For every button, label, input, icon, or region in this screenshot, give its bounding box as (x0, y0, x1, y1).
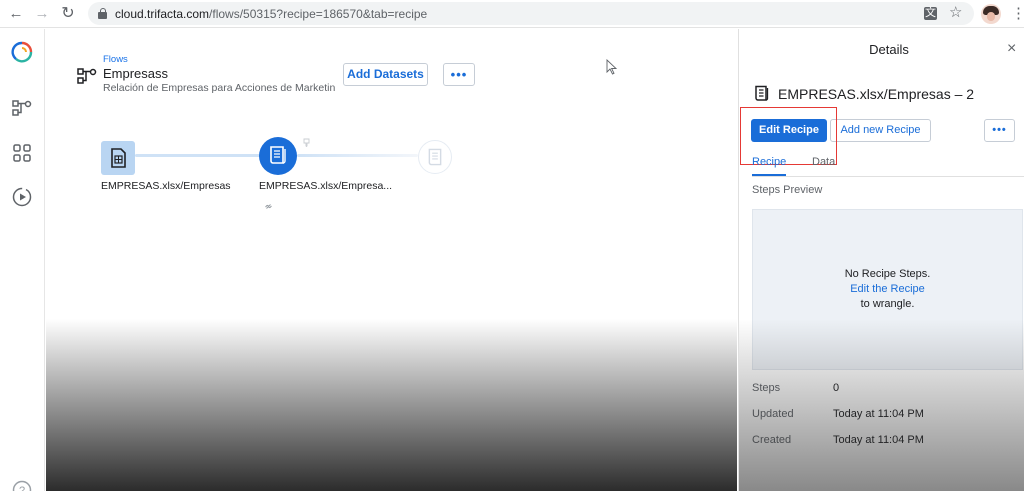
details-panel-title: Details (869, 42, 909, 57)
steps-preview-label: Steps Preview (752, 184, 823, 196)
breadcrumb-flows-link[interactable]: Flows (103, 54, 128, 65)
link-icon[interactable] (264, 202, 273, 211)
reload-icon[interactable]: ↻ (58, 4, 78, 24)
flow-title-icon (77, 68, 97, 84)
svg-text:?: ? (19, 485, 25, 491)
jobs-play-icon[interactable] (11, 186, 33, 208)
output-placeholder-node[interactable] (418, 140, 452, 174)
steps-label: Steps (752, 382, 781, 394)
empty-state-text: No Recipe Steps. (844, 268, 931, 280)
close-icon[interactable]: × (1007, 41, 1016, 57)
star-icon[interactable]: ☆ (949, 3, 962, 23)
flow-more-button[interactable]: ••• (443, 63, 475, 86)
steps-preview-box: No Recipe Steps. Edit the Recipe to wran… (752, 209, 1023, 370)
pin-icon[interactable] (302, 138, 311, 147)
mouse-cursor-icon (606, 59, 618, 75)
dataset-node-label[interactable]: EMPRESAS.xlsx/Empresas (101, 180, 231, 192)
empty-state-hint: to wrangle. (860, 298, 915, 310)
recipe-node-label[interactable]: EMPRESAS.xlsx/Empresa... (259, 180, 392, 192)
add-new-recipe-button[interactable]: Add new Recipe (830, 119, 931, 142)
updated-value: Today at 11:04 PM (833, 408, 924, 420)
details-more-button[interactable]: ••• (984, 119, 1015, 142)
connector-recipe-output (297, 154, 418, 157)
edit-the-recipe-link[interactable]: Edit the Recipe (753, 283, 1022, 295)
translate-icon[interactable]: 文 (924, 7, 937, 20)
lock-icon (98, 8, 107, 19)
address-url[interactable]: cloud.trifacta.com/flows/50315?recipe=18… (115, 7, 427, 21)
recipe-icon (270, 146, 286, 164)
browser-menu-icon[interactable]: ⋮ (1011, 4, 1024, 24)
dataset-file-icon (111, 148, 126, 168)
tabs-divider (752, 176, 1024, 177)
steps-value: 0 (833, 382, 840, 394)
flow-canvas: Flows Empresass Relación de Empresas par… (46, 29, 737, 491)
forward-arrow-icon[interactable]: → (32, 4, 52, 24)
created-value: Today at 11:04 PM (833, 434, 924, 446)
address-bar[interactable]: cloud.trifacta.com/flows/50315?recipe=18… (88, 2, 974, 25)
trifacta-logo-icon[interactable] (11, 41, 33, 63)
add-datasets-button[interactable]: Add Datasets (343, 63, 428, 86)
recipe-node[interactable] (259, 137, 297, 175)
canvas-bottom-shade (46, 319, 737, 491)
browser-toolbar: ← → ↻ cloud.trifacta.com/flows/50315?rec… (0, 0, 1024, 28)
back-arrow-icon[interactable]: ← (6, 4, 26, 24)
dataset-node[interactable] (101, 141, 135, 175)
recipe-document-icon (755, 85, 769, 101)
library-grid-icon[interactable] (11, 142, 33, 164)
tab-recipe[interactable]: Recipe (752, 156, 786, 168)
connector-dataset-recipe (135, 154, 260, 157)
updated-label: Updated (752, 408, 794, 420)
created-label: Created (752, 434, 792, 446)
tab-data[interactable]: Data (812, 156, 835, 168)
profile-avatar[interactable] (981, 4, 1001, 24)
recipe-placeholder-icon (428, 148, 442, 166)
flow-description: Relación de Empresas para Acciones de Ma… (103, 82, 336, 94)
flows-icon[interactable] (11, 96, 33, 118)
left-nav-rail: ? (0, 29, 45, 491)
help-icon[interactable]: ? (11, 479, 33, 491)
recipe-name: EMPRESAS.xlsx/Empresas – 2 (778, 86, 975, 102)
flow-title[interactable]: Empresass (103, 66, 168, 81)
details-panel: Details × EMPRESAS.xlsx/Empresas – 2 Edi… (738, 29, 1024, 491)
